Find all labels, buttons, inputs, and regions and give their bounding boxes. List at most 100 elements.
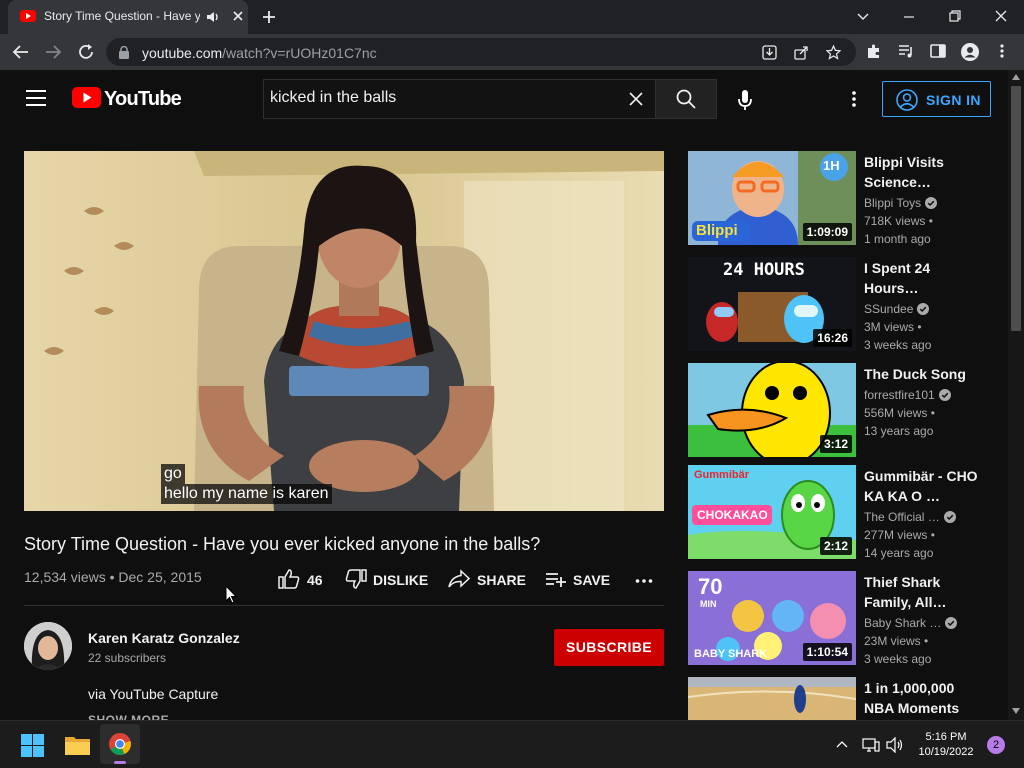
recommended-title[interactable]: The Duck Song [864, 364, 982, 384]
recommended-video[interactable]: 70 MIN BABY SHARK 1:10:54 Thief Shark Fa… [688, 571, 988, 666]
divider [24, 605, 664, 606]
volume-icon[interactable] [886, 737, 904, 753]
save-button[interactable]: SAVE [545, 569, 611, 589]
new-tab-icon[interactable] [260, 8, 278, 26]
minimize-icon[interactable] [902, 8, 916, 26]
video-thumbnail[interactable]: 3:12 [688, 363, 856, 457]
video-thumbnail[interactable]: 1H Blippi 1:09:09 [688, 151, 856, 245]
recommended-video[interactable]: 24 HOURS 16:26 I Spent 24 Hours… SSundee… [688, 257, 988, 352]
more-actions-button[interactable] [635, 569, 653, 589]
browser-tab[interactable]: Story Time Question - Have you ever [8, 0, 248, 34]
file-explorer-icon[interactable] [65, 734, 90, 756]
restore-icon[interactable] [948, 8, 962, 26]
video-duration: 2:12 [819, 537, 852, 555]
recommended-title[interactable]: Thief Shark Family, All… [864, 572, 982, 612]
more-horizontal-icon [635, 579, 653, 583]
windows-start-icon[interactable] [21, 734, 44, 757]
clock-date: 10/19/2022 [918, 746, 974, 758]
recommended-title[interactable]: Gummibär - CHO KA KA O … [864, 466, 982, 506]
chrome-menu-icon[interactable] [998, 43, 1006, 59]
address-bar[interactable]: youtube.com/watch?v=rUOHz01C7nc [106, 38, 856, 66]
scroll-down-icon[interactable] [1012, 708, 1020, 714]
sign-in-label: SIGN IN [926, 92, 981, 108]
recommended-age: 3 weeks ago [864, 652, 932, 666]
add-to-playlist-icon [546, 573, 566, 587]
taskbar-clock[interactable]: 5:16 PM 10/19/2022 [912, 730, 980, 760]
clear-search-icon[interactable] [628, 91, 644, 107]
clock-time: 5:16 PM [925, 731, 967, 743]
recommended-views: 277M views • [864, 528, 935, 542]
thumbs-up-icon [278, 569, 300, 589]
sign-in-button[interactable]: SIGN IN [882, 81, 991, 117]
recommended-video[interactable]: 1 in 1,000,000 NBA Moments [688, 677, 988, 720]
youtube-wordmark: YouTube [104, 88, 182, 110]
browser-toolbar: youtube.com/watch?v=rUOHz01C7nc [0, 34, 1024, 70]
recommended-channel: The Official … [864, 510, 956, 524]
video-thumbnail[interactable]: 70 MIN BABY SHARK 1:10:54 [688, 571, 856, 665]
recommended-video[interactable]: Gummibär CHOKAKAO 2:12 Gummibär - CHO KA… [688, 465, 988, 560]
video-duration: 1:10:54 [802, 643, 852, 661]
hamburger-menu-icon[interactable] [26, 90, 46, 106]
bookmark-star-icon[interactable] [826, 45, 841, 60]
page-scrollbar[interactable] [1008, 70, 1024, 720]
back-icon[interactable] [12, 43, 30, 61]
recommended-video[interactable]: 3:12 The Duck Song forrestfire101 556M v… [688, 363, 988, 457]
subscribe-button[interactable]: SUBSCRIBE [554, 629, 664, 666]
show-hidden-icons-icon[interactable] [836, 740, 848, 748]
network-icon[interactable] [862, 737, 880, 753]
video-player[interactable]: go hello my name is karen [24, 151, 664, 511]
verified-icon [943, 511, 956, 523]
forward-icon[interactable] [44, 43, 62, 61]
search-input[interactable] [270, 89, 610, 107]
video-views-date: 12,534 views • Dec 25, 2015 [24, 569, 202, 585]
recommended-title[interactable]: 1 in 1,000,000 NBA Moments [864, 678, 982, 718]
notification-badge[interactable]: 2 [987, 736, 1005, 754]
caption-line: go [161, 464, 185, 484]
share-arrow-icon [448, 569, 470, 588]
recommended-age: 3 weeks ago [864, 338, 932, 352]
mouse-cursor-icon [225, 585, 237, 604]
search-button[interactable] [655, 79, 717, 119]
video-thumbnail[interactable]: Gummibär CHOKAKAO 2:12 [688, 465, 856, 559]
scroll-up-icon[interactable] [1012, 74, 1020, 80]
reload-icon[interactable] [77, 43, 95, 61]
thumbnail-brand: BABY SHARK [694, 648, 768, 660]
profile-icon[interactable] [961, 43, 979, 61]
recommended-video[interactable]: 1H Blippi 1:09:09 Blippi Visits Science…… [688, 151, 988, 246]
install-app-icon[interactable] [762, 45, 777, 60]
show-more-button[interactable]: SHOW MORE [88, 713, 169, 720]
audio-playing-icon[interactable] [206, 10, 220, 24]
extensions-icon[interactable] [866, 43, 882, 59]
close-tab-icon[interactable] [232, 10, 244, 22]
more-options-icon[interactable] [851, 90, 857, 108]
video-thumbnail[interactable]: 24 HOURS 16:26 [688, 257, 856, 351]
video-thumbnail[interactable] [688, 677, 856, 720]
video-description: via YouTube Capture [88, 686, 219, 702]
share-page-icon[interactable] [794, 45, 809, 60]
dislike-button[interactable]: DISLIKE [345, 569, 429, 589]
chrome-taskbar-button[interactable] [100, 724, 140, 764]
thumbnail-badge: 1H [823, 158, 840, 173]
channel-name[interactable]: Karen Karatz Gonzalez [88, 630, 240, 646]
channel-avatar[interactable] [24, 622, 72, 670]
recommended-title[interactable]: I Spent 24 Hours… [864, 258, 982, 298]
verified-icon [938, 389, 951, 401]
recommended-channel: SSundee [864, 302, 930, 316]
scrollbar-thumb[interactable] [1011, 86, 1021, 331]
close-window-icon[interactable] [994, 8, 1008, 26]
recommended-title[interactable]: Blippi Visits Science… [864, 152, 982, 192]
recommended-views: 3M views • [864, 320, 922, 334]
verified-icon [925, 197, 938, 209]
like-button[interactable]: 46 [278, 569, 326, 589]
tab-search-icon[interactable] [856, 8, 870, 26]
lock-icon[interactable] [118, 46, 130, 59]
media-controls-icon[interactable] [898, 43, 914, 59]
share-button[interactable]: SHARE [448, 569, 526, 589]
recommended-channel: Baby Shark … [864, 616, 958, 630]
side-panel-icon[interactable] [930, 43, 946, 59]
windows-taskbar: 5:16 PM 10/19/2022 2 [0, 720, 1024, 768]
video-duration: 3:12 [819, 435, 852, 453]
microphone-icon[interactable] [736, 89, 754, 111]
youtube-logo[interactable]: YouTube [72, 87, 182, 110]
search-box[interactable] [263, 79, 655, 119]
